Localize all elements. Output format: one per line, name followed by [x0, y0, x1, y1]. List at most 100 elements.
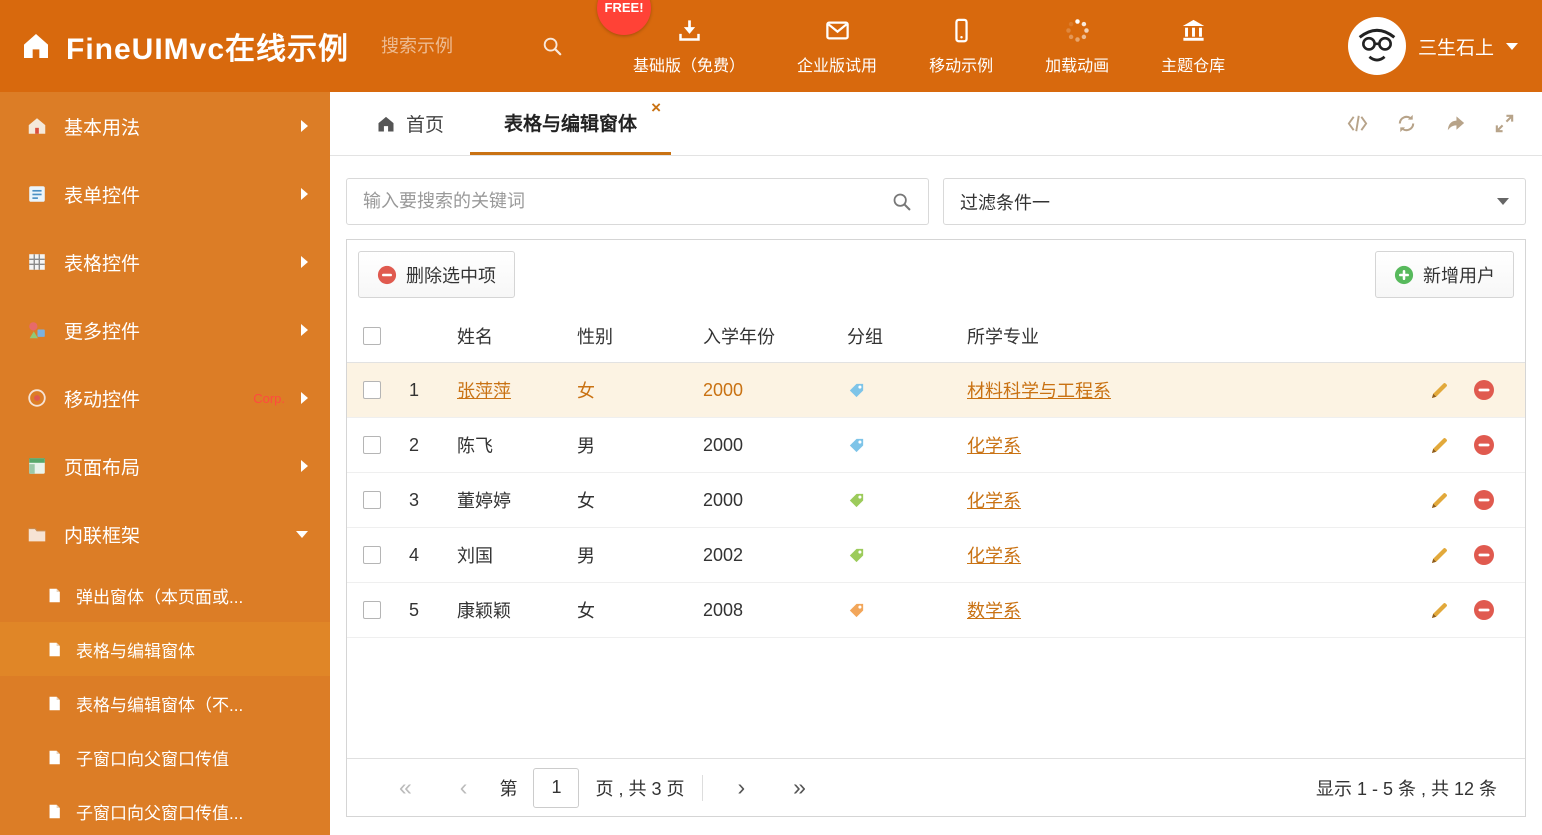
major-link[interactable]: 数学系	[967, 601, 1021, 621]
edit-icon[interactable]	[1430, 545, 1450, 565]
row-name: 刘国	[457, 546, 493, 566]
prev-page-icon[interactable]: ‹	[436, 776, 492, 799]
column-header-year: 入学年份	[703, 326, 775, 347]
sidebar-item-basic[interactable]: 基本用法	[0, 92, 330, 160]
nav-label: 移动示例	[929, 57, 994, 75]
row-year: 2008	[703, 599, 744, 620]
row-index: 2	[409, 434, 420, 455]
delete-selected-button[interactable]: 删除选中项	[358, 251, 515, 298]
edit-icon[interactable]	[1430, 380, 1450, 400]
delete-icon[interactable]	[1473, 379, 1495, 401]
search-icon[interactable]	[541, 35, 563, 57]
sidebar-item-mobile[interactable]: 移动控件 Corp.	[0, 364, 330, 432]
tab-grid-editform[interactable]: 表格与编辑窗体 ×	[470, 92, 672, 155]
table-empty-space	[347, 638, 1525, 758]
filter-dropdown[interactable]: 过滤条件一	[943, 178, 1526, 225]
sidebar-subitem-grid-editform[interactable]: 表格与编辑窗体	[0, 622, 330, 676]
page-suffix: 页 , 共 3 页	[595, 778, 685, 799]
envelope-icon	[825, 21, 849, 39]
tab-toolbar	[1346, 92, 1542, 155]
sidebar-item-layout[interactable]: 页面布局	[0, 432, 330, 500]
sidebar-subitem-child-to-parent[interactable]: 子窗口向父窗口传值	[0, 730, 330, 784]
nav-enterprise-trial[interactable]: 企业版试用	[797, 17, 877, 76]
sidebar-item-more[interactable]: 更多控件	[0, 296, 330, 364]
grid-search-input[interactable]	[363, 191, 891, 212]
user-menu[interactable]: 三生石上	[1347, 17, 1518, 75]
table-row: 4 刘国 男 2002 化学系	[347, 528, 1525, 583]
row-checkbox[interactable]	[363, 381, 381, 399]
free-badge: FREE!	[597, 0, 652, 35]
first-page-icon[interactable]: «	[375, 776, 436, 799]
row-year: 2000	[703, 489, 744, 510]
add-user-button[interactable]: 新增用户	[1375, 251, 1514, 298]
chevron-right-icon	[301, 392, 308, 404]
close-tab-icon[interactable]: ×	[651, 99, 661, 116]
major-link[interactable]: 化学系	[967, 546, 1021, 566]
major-link[interactable]: 材料科学与工程系	[967, 381, 1111, 401]
sidebar-item-iframe[interactable]: 内联框架	[0, 500, 330, 568]
mobile-control-icon	[28, 389, 46, 407]
nav-loading-anim[interactable]: 加载动画	[1045, 17, 1109, 76]
delete-icon[interactable]	[1473, 434, 1495, 456]
row-gender: 男	[577, 436, 595, 456]
logo[interactable]: FineUIMvc在线示例	[20, 24, 349, 68]
last-page-icon[interactable]: »	[769, 776, 830, 799]
row-checkbox[interactable]	[363, 491, 381, 509]
next-page-icon[interactable]: ›	[713, 776, 769, 799]
sidebar-submenu: 弹出窗体（本页面或... 表格与编辑窗体 表格与编辑窗体（不... 子窗口向父窗…	[0, 568, 330, 835]
delete-icon[interactable]	[1473, 599, 1495, 621]
tag-icon	[847, 381, 866, 400]
row-checkbox[interactable]	[363, 601, 381, 619]
sidebar-item-label: 页面布局	[64, 457, 141, 479]
divider	[702, 774, 704, 801]
chevron-right-icon	[301, 120, 308, 132]
tab-home[interactable]: 首页	[350, 92, 470, 155]
header-search-input[interactable]	[381, 35, 532, 57]
major-link[interactable]: 化学系	[967, 436, 1021, 456]
table-icon	[29, 254, 45, 270]
sidebar-subitem-label: 弹出窗体（本页面或...	[76, 587, 244, 607]
sidebar-item-label: 基本用法	[64, 117, 141, 139]
avatar	[1347, 17, 1406, 75]
avatar-face-icon	[1352, 21, 1402, 71]
sidebar-item-grid[interactable]: 表格控件	[0, 228, 330, 296]
column-header-major: 所学专业	[967, 326, 1039, 347]
major-link[interactable]: 化学系	[967, 491, 1021, 511]
column-header-name: 姓名	[457, 326, 493, 347]
refresh-icon[interactable]	[1395, 112, 1418, 135]
source-code-icon[interactable]	[1346, 112, 1369, 135]
delete-icon[interactable]	[1473, 544, 1495, 566]
nav-theme-store[interactable]: 主题仓库	[1161, 17, 1225, 76]
delete-icon[interactable]	[1473, 489, 1495, 511]
select-all-checkbox[interactable]	[363, 326, 381, 345]
download-icon	[678, 19, 700, 41]
edit-icon[interactable]	[1430, 490, 1450, 510]
frame-icon	[28, 527, 46, 542]
main-content: 首页 表格与编辑窗体 × 输入要搜索的关键词 过滤条件一 删除选中项 新增用户 …	[330, 92, 1542, 835]
row-year: 2002	[703, 544, 744, 565]
sidebar-item-form[interactable]: 表单控件	[0, 160, 330, 228]
edit-icon[interactable]	[1430, 600, 1450, 620]
button-label: 删除选中项	[406, 265, 496, 286]
nav-mobile-demo[interactable]: 移动示例	[929, 17, 993, 76]
file-icon	[49, 750, 60, 764]
edit-icon[interactable]	[1430, 435, 1450, 455]
header-search	[381, 35, 563, 57]
nav-basic-free[interactable]: FREE! 基础版（免费）	[597, 0, 745, 76]
table-header-row: 姓名 性别 入学年份 分组 所学专业	[347, 309, 1525, 363]
row-checkbox[interactable]	[363, 546, 381, 564]
file-icon	[49, 642, 60, 656]
row-checkbox[interactable]	[363, 436, 381, 454]
row-gender: 男	[577, 546, 595, 566]
sidebar-subitem-child-to-parent-2[interactable]: 子窗口向父窗口传值...	[0, 784, 330, 835]
sidebar-item-label: 移动控件	[64, 389, 141, 411]
sidebar-subitem-grid-editform-2[interactable]: 表格与编辑窗体（不...	[0, 676, 330, 730]
sidebar-subitem-label: 子窗口向父窗口传值	[76, 749, 229, 769]
search-icon[interactable]	[891, 191, 912, 212]
expand-icon[interactable]	[1493, 112, 1516, 135]
page-number-input[interactable]	[533, 767, 580, 808]
sidebar-subitem-popup[interactable]: 弹出窗体（本页面或...	[0, 568, 330, 622]
share-icon[interactable]	[1444, 112, 1467, 135]
row-index: 1	[409, 379, 420, 400]
row-year: 2000	[703, 379, 744, 400]
